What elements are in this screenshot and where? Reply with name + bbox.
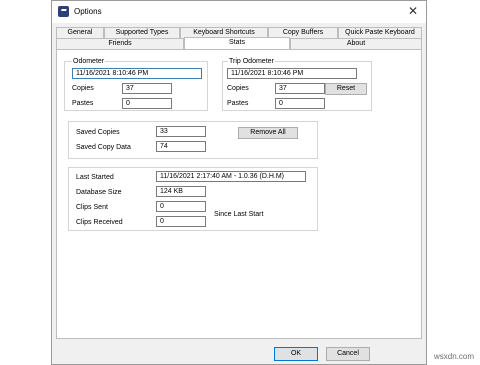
since-last-start-label: Since Last Start (214, 211, 264, 218)
saved-copy-data-field[interactable]: 74 (156, 141, 206, 152)
clips-received-field[interactable]: 0 (156, 216, 206, 227)
last-started-label: Last Started (76, 174, 114, 181)
odometer-date-field[interactable]: 11/16/2021 8:10:46 PM (72, 68, 202, 79)
window-title: Options (74, 7, 102, 16)
title-bar: Options ✕ (52, 1, 426, 23)
saved-copies-label: Saved Copies (76, 129, 120, 136)
saved-copies-field[interactable]: 33 (156, 126, 206, 137)
reset-button[interactable]: Reset (325, 83, 367, 95)
trip-copies-label: Copies (227, 85, 249, 92)
trip-pastes-label: Pastes (227, 100, 249, 107)
ok-button[interactable]: OK (274, 347, 318, 361)
options-dialog: Options ✕ General Supported Types Keyboa… (51, 0, 427, 365)
last-started-field[interactable]: 11/16/2021 2:17:40 AM - 1.0.36 (D.H.M) (156, 171, 306, 182)
app-icon (58, 6, 69, 17)
database-size-label: Database Size (76, 189, 122, 196)
odometer-copies-field[interactable]: 37 (122, 83, 172, 94)
tab-supported-types[interactable]: Supported Types (104, 27, 180, 38)
clips-received-label: Clips Received (76, 219, 123, 226)
remove-all-button[interactable]: Remove All (238, 127, 298, 139)
trip-copies-field[interactable]: 37 (275, 83, 325, 94)
tab-general[interactable]: General (56, 27, 104, 38)
clips-sent-label: Clips Sent (76, 204, 108, 211)
trip-odometer-label: Trip Odometer (228, 58, 275, 65)
trip-pastes-field[interactable]: 0 (275, 98, 325, 109)
close-icon[interactable]: ✕ (406, 4, 420, 18)
tab-friends[interactable]: Friends (56, 38, 184, 49)
tab-about[interactable]: About (290, 38, 422, 49)
odometer-label: Odometer (72, 58, 106, 65)
odometer-copies-label: Copies (72, 85, 94, 92)
watermark-text: wsxdn.com (433, 352, 474, 361)
odometer-pastes-label: Pastes (72, 100, 94, 107)
cancel-button[interactable]: Cancel (326, 347, 370, 361)
tab-quick-paste-keyboard[interactable]: Quick Paste Keyboard (338, 27, 422, 38)
odometer-pastes-field[interactable]: 0 (122, 98, 172, 109)
trip-odometer-date-field[interactable]: 11/16/2021 8:10:46 PM (227, 68, 357, 79)
clips-sent-field[interactable]: 0 (156, 201, 206, 212)
database-size-field[interactable]: 124 KB (156, 186, 206, 197)
saved-copy-data-label: Saved Copy Data (76, 144, 131, 151)
